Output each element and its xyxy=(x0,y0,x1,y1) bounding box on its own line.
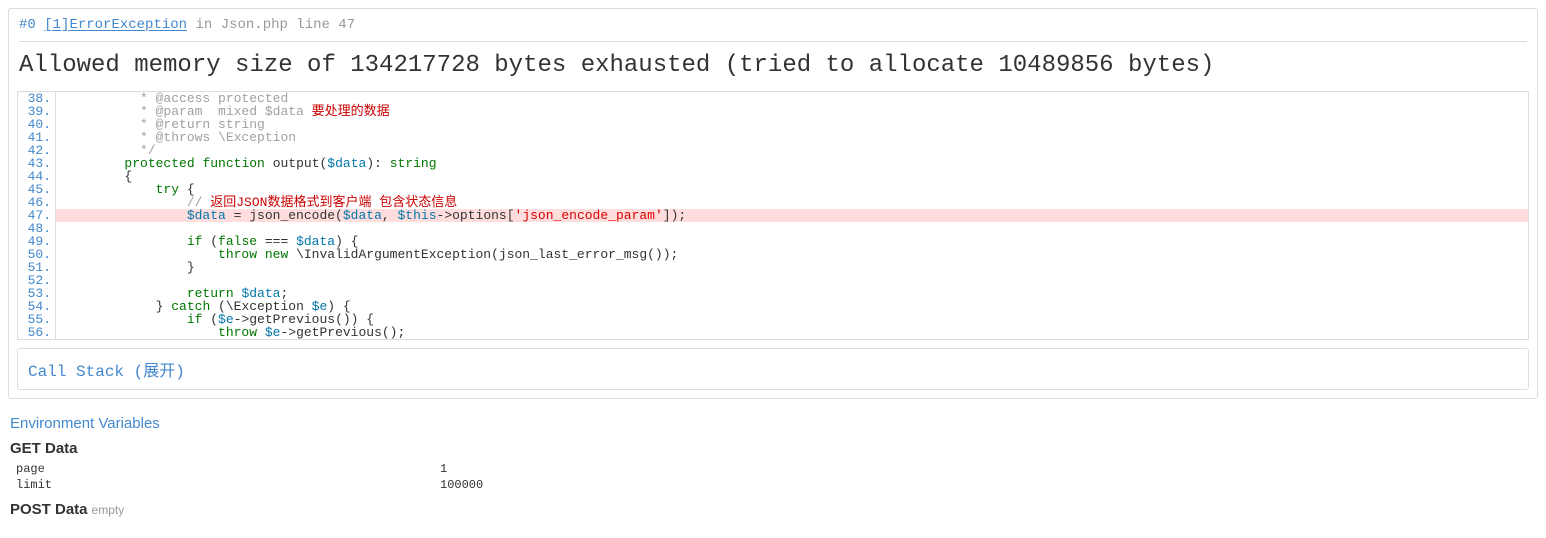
callstack-toggle[interactable]: Call Stack (展开) xyxy=(28,363,185,381)
get-key: limit xyxy=(10,478,440,492)
trace-index: #0 xyxy=(19,17,36,33)
get-data-table: page1limit100000 xyxy=(10,461,1536,493)
post-empty-label: empty xyxy=(92,503,125,517)
error-panel: #0 [1]ErrorException in Json.php line 47… xyxy=(8,8,1538,399)
code-line: 41. * @throws \Exception xyxy=(18,131,1528,144)
code-line: 43. protected function output($data): st… xyxy=(18,157,1528,170)
code-content: { xyxy=(56,170,1528,183)
code-content: * @param mixed $data 要处理的数据 xyxy=(56,105,1528,118)
get-value: 100000 xyxy=(440,478,1536,492)
post-data-title: POST Dataempty xyxy=(10,501,1536,518)
line-number: 56. xyxy=(18,326,56,339)
code-line: 47. $data = json_encode($data, $this->op… xyxy=(18,209,1528,222)
code-content: * @throws \Exception xyxy=(56,131,1528,144)
in-word: in xyxy=(195,17,212,33)
file-location: Json.php line 47 xyxy=(221,17,355,33)
get-row: limit100000 xyxy=(10,477,1536,493)
exception-message: Allowed memory size of 134217728 bytes e… xyxy=(9,42,1537,91)
env-title[interactable]: Environment Variables xyxy=(10,415,1536,432)
code-content: throw $e->getPrevious(); xyxy=(56,326,1528,339)
get-data-title: GET Data xyxy=(10,440,1536,457)
get-row: page1 xyxy=(10,461,1536,477)
source-code: 38. * @access protected39. * @param mixe… xyxy=(17,91,1529,340)
code-line: 44. { xyxy=(18,170,1528,183)
code-line: 50. throw new \InvalidArgumentException(… xyxy=(18,248,1528,261)
error-link[interactable]: [1]ErrorException xyxy=(44,17,187,33)
get-value: 1 xyxy=(440,462,1536,476)
code-line: 56. throw $e->getPrevious(); xyxy=(18,326,1528,339)
callstack-section: Call Stack (展开) xyxy=(17,348,1529,390)
env-section: Environment Variables GET Data page1limi… xyxy=(8,407,1538,530)
exception-header: #0 [1]ErrorException in Json.php line 47 xyxy=(9,9,1537,37)
code-content: protected function output($data): string xyxy=(56,157,1528,170)
get-key: page xyxy=(10,462,440,476)
code-line: 51. } xyxy=(18,261,1528,274)
code-content: throw new \InvalidArgumentException(json… xyxy=(56,248,1528,261)
code-content: $data = json_encode($data, $this->option… xyxy=(56,209,1528,222)
code-content: } xyxy=(56,261,1528,274)
